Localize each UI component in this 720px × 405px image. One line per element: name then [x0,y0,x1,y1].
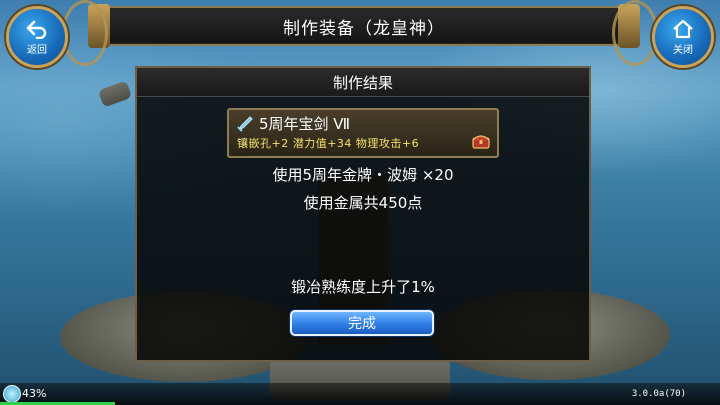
corner-ornament-left [62,0,108,66]
corner-ornament-right [612,0,658,66]
background-stone [97,80,133,108]
done-button[interactable]: 完成 [290,310,434,336]
proficiency-text: 锻冶熟练度上升了1% [291,278,435,296]
chest-icon[interactable] [471,132,491,150]
version-text: 3.0.0a(70) [631,389,686,399]
crafted-item-card[interactable]: 5周年宝剑 Ⅶ 镶嵌孔+2 潜力值+34 物理攻击+6 [227,108,499,158]
battery-icon [3,385,21,403]
craft-result-dialog: 制作结果 5周年宝剑 Ⅶ 镶嵌孔+2 潜力值+34 物理攻击+6 使用5周年金牌… [135,66,591,362]
sword-icon [237,116,253,132]
dialog-title: 制作结果 [332,73,393,92]
back-button[interactable]: 返回 [6,6,68,68]
page-title: 制作装备（龙皇神） [283,18,445,39]
back-arrow-icon [26,20,47,39]
home-icon [673,19,693,38]
status-bar: 43% 3.0.0a(70) [0,383,720,405]
close-button[interactable]: 关闭 [652,6,714,68]
battery-percent: 43% [22,387,47,400]
metal-used-text: 使用金属共450点 [303,194,423,212]
back-button-label: 返回 [27,44,47,56]
done-button-label: 完成 [348,316,376,332]
materials-used-text: 使用5周年金牌・波姆 ×20 [272,166,454,184]
item-stats: 镶嵌孔+2 潜力值+34 物理攻击+6 [237,137,420,150]
close-button-label: 关闭 [673,44,693,56]
item-name: 5周年宝剑 Ⅶ [259,115,351,133]
title-bar: 制作装备（龙皇神） [88,4,640,48]
dialog-header: 制作结果 [137,68,589,97]
